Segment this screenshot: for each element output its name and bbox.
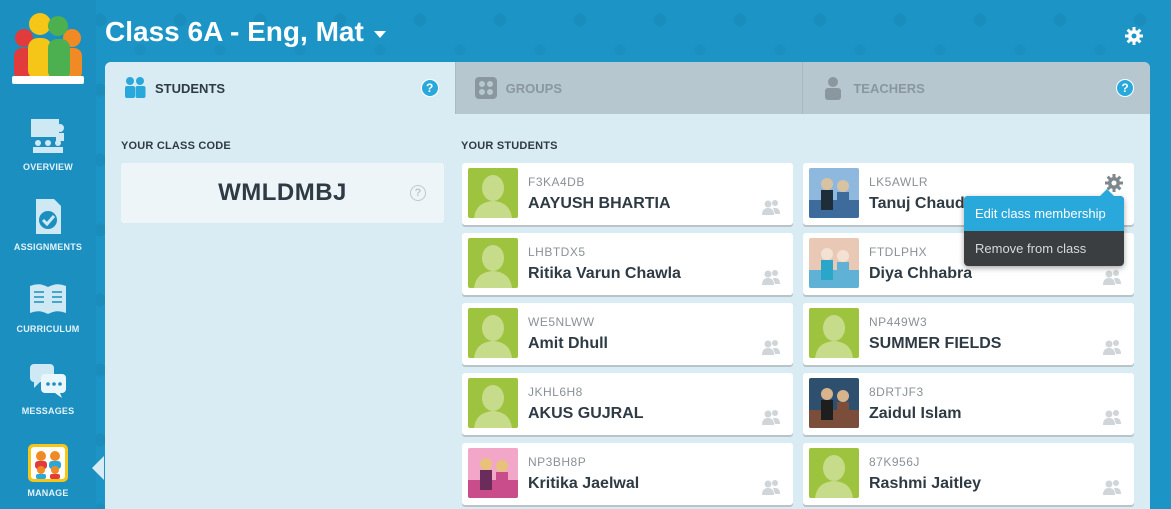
student-id: JKHL6H8 — [528, 385, 583, 399]
teacher-icon — [821, 76, 845, 100]
parent-link-icon[interactable] — [1102, 409, 1122, 425]
parent-link-icon[interactable] — [1102, 479, 1122, 495]
students-label: YOUR STUDENTS — [461, 140, 558, 152]
student-id: NP3BH8P — [528, 455, 587, 469]
sidebar-item-label: MESSAGES — [21, 406, 75, 416]
parent-link-icon[interactable] — [761, 269, 781, 285]
groups-icon — [474, 76, 498, 100]
class-selector-dropdown[interactable]: Class 6A - Eng, Mat — [105, 16, 386, 48]
parent-link-icon[interactable] — [761, 339, 781, 355]
avatar — [809, 448, 859, 498]
sidebar-item-label: ASSIGNMENTS — [13, 242, 83, 252]
student-name: Rashmi Jaitley — [869, 475, 982, 492]
student-name: SUMMER FIELDS — [869, 335, 1002, 352]
avatar — [468, 378, 518, 428]
student-id: WE5NLWW — [528, 315, 595, 329]
help-icon[interactable]: ? — [1116, 79, 1135, 97]
avatar — [468, 308, 518, 358]
presentation-icon — [26, 114, 70, 158]
parent-link-icon[interactable] — [761, 199, 781, 215]
sidebar-item-label: MANAGE — [27, 488, 69, 498]
student-id: LK5AWLR — [869, 175, 929, 189]
student-name: Kritika Jaelwal — [528, 475, 640, 492]
class-people-icon — [26, 440, 70, 484]
student-name: Zaidul Islam — [869, 405, 962, 422]
chevron-down-icon — [373, 30, 386, 38]
page-title: Class 6A - Eng, Mat — [105, 16, 364, 47]
student-name: Diya Chhabra — [869, 265, 973, 282]
student-id: 8DRTJF3 — [869, 385, 924, 399]
student-name: Amit Dhull — [528, 335, 608, 352]
parent-link-icon[interactable] — [761, 479, 781, 495]
remove-from-class-menu-item[interactable]: Remove from class — [964, 231, 1124, 266]
student-card[interactable]: NP449W3 SUMMER FIELDS — [803, 303, 1134, 365]
avatar — [809, 238, 859, 288]
sidebar-item-curriculum[interactable]: CURRICULUM — [0, 254, 96, 334]
avatar — [809, 308, 859, 358]
student-card[interactable]: NP3BH8P Kritika Jaelwal — [462, 443, 793, 505]
tab-bar: STUDENTS ? GROUPS TEACHERS ? — [105, 62, 1150, 114]
parent-link-icon[interactable] — [761, 409, 781, 425]
parent-link-icon[interactable] — [1102, 339, 1122, 355]
tab-students[interactable]: STUDENTS ? — [105, 62, 455, 114]
student-id: NP449W3 — [869, 315, 928, 329]
avatar — [468, 168, 518, 218]
student-card[interactable]: 87K956J Rashmi Jaitley — [803, 443, 1134, 505]
students-icon — [123, 76, 147, 100]
student-context-menu: Edit class membership Remove from class — [964, 189, 1124, 266]
active-nav-indicator — [92, 456, 104, 480]
student-card[interactable]: F3KA4DB AAYUSH BHARTIA — [462, 163, 793, 225]
student-name: Ritika Varun Chawla — [528, 265, 681, 282]
avatar — [809, 378, 859, 428]
student-card[interactable]: LHBTDX5 Ritika Varun Chawla — [462, 233, 793, 295]
avatar — [468, 238, 518, 288]
sidebar-item-label: OVERVIEW — [23, 162, 73, 172]
class-code-label: YOUR CLASS CODE — [121, 140, 231, 152]
sidebar-item-messages[interactable]: MESSAGES — [0, 336, 96, 416]
sidebar: OVERVIEW ASSIGNMENTS CURRICULUM MESSAGES… — [0, 0, 96, 509]
sidebar-item-label: CURRICULUM — [16, 324, 80, 334]
tab-label: STUDENTS — [155, 80, 226, 96]
student-card[interactable]: 8DRTJF3 Zaidul Islam — [803, 373, 1134, 435]
student-id: F3KA4DB — [528, 175, 585, 189]
parent-link-icon[interactable] — [1102, 269, 1122, 285]
student-card[interactable]: WE5NLWW Amit Dhull — [462, 303, 793, 365]
edit-class-membership-menu-item[interactable]: Edit class membership — [964, 196, 1124, 231]
sidebar-item-manage[interactable]: MANAGE — [0, 418, 96, 498]
chat-bubbles-icon — [26, 358, 70, 402]
sidebar-item-assignments[interactable]: ASSIGNMENTS — [0, 172, 96, 252]
student-id: LHBTDX5 — [528, 245, 586, 259]
app-logo-icon[interactable] — [8, 8, 88, 86]
student-name: AKUS GUJRAL — [528, 405, 644, 422]
avatar — [809, 168, 859, 218]
student-id: FTDLPHX — [869, 245, 928, 259]
help-icon[interactable]: ? — [420, 79, 439, 97]
student-id: 87K956J — [869, 455, 920, 469]
tab-teachers[interactable]: TEACHERS ? — [802, 62, 1150, 114]
student-name: AAYUSH BHARTIA — [528, 195, 671, 212]
book-icon — [26, 276, 70, 320]
tab-label: TEACHERS — [853, 80, 925, 96]
help-icon[interactable]: ? — [410, 185, 426, 201]
student-card[interactable]: JKHL6H8 AKUS GUJRAL — [462, 373, 793, 435]
class-code: WMLDMBJ — [218, 179, 347, 206]
tab-groups[interactable]: GROUPS — [454, 62, 803, 114]
tab-label: GROUPS — [505, 80, 563, 96]
class-code-box: WMLDMBJ ? — [121, 163, 444, 223]
settings-gear-icon[interactable] — [1124, 26, 1144, 46]
avatar — [468, 448, 518, 498]
assignment-check-icon — [26, 194, 70, 238]
sidebar-item-overview[interactable]: OVERVIEW — [0, 92, 96, 172]
